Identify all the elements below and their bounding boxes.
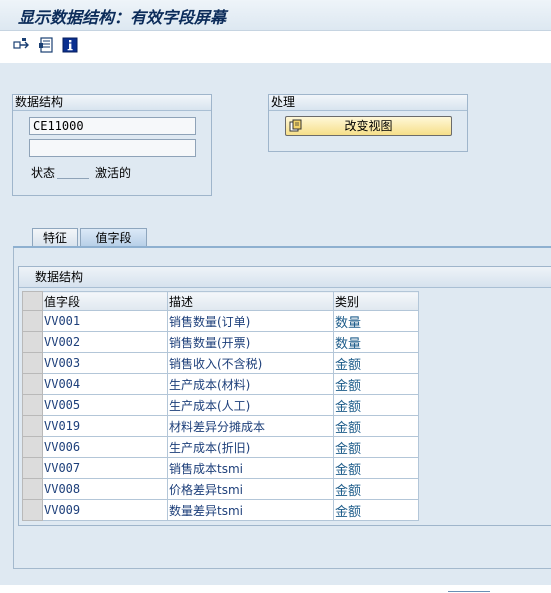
value-field-cell[interactable]: VV009 [42, 499, 168, 521]
row-selector[interactable] [22, 499, 43, 521]
table-row[interactable]: VV005 生产成本(人工) 金额 [22, 394, 419, 416]
main-content: 数据结构 CE11000 状态 激活的 处理 改变视图 特征 值字段 数据结构 [0, 63, 551, 585]
value-field-cell[interactable]: VV005 [42, 394, 168, 416]
category-cell: 数量 [333, 310, 419, 332]
row-selector[interactable] [22, 436, 43, 458]
table-container: 数据结构 值字段 描述 类别 VV001 销售数量(订单) 数量 VV002 销… [18, 266, 551, 526]
row-selector[interactable] [22, 394, 43, 416]
data-structure-group-header: 数据结构 [13, 95, 211, 111]
category-cell: 金额 [333, 499, 419, 521]
column-header-description[interactable]: 描述 [167, 291, 334, 311]
category-cell: 金额 [333, 415, 419, 437]
description-cell: 数量差异tsmi [167, 499, 334, 521]
table-row[interactable]: VV004 生产成本(材料) 金额 [22, 373, 419, 395]
table-row[interactable]: VV007 销售成本tsmi 金额 [22, 457, 419, 479]
title-bar: 显示数据结构：有效字段屏幕 [0, 0, 551, 31]
change-view-label: 改变视图 [344, 119, 393, 133]
description-cell: 销售收入(不含税) [167, 352, 334, 374]
description-cell: 价格差异tsmi [167, 478, 334, 500]
status-value: 激活的 [95, 166, 132, 180]
column-header-category[interactable]: 类别 [333, 291, 419, 311]
row-selector[interactable] [22, 457, 43, 479]
category-cell: 数量 [333, 331, 419, 353]
value-field-cell[interactable]: VV004 [42, 373, 168, 395]
select-all-cell[interactable] [22, 291, 43, 311]
tab-characteristics[interactable]: 特征 [32, 228, 78, 248]
table-row[interactable]: VV002 销售数量(开票) 数量 [22, 331, 419, 353]
data-structure-group: 数据结构 CE11000 状态 激活的 [12, 94, 212, 196]
description-cell: 生产成本(人工) [167, 394, 334, 416]
value-field-cell[interactable]: VV007 [42, 457, 168, 479]
status-label: 状态 [31, 166, 56, 180]
change-view-icon [289, 119, 303, 133]
tab-characteristics-label: 特征 [42, 231, 67, 245]
change-view-button[interactable]: 改变视图 [285, 116, 452, 136]
description-cell: 销售成本tsmi [167, 457, 334, 479]
table-row[interactable]: VV001 销售数量(订单) 数量 [22, 310, 419, 332]
value-field-cell[interactable]: VV019 [42, 415, 168, 437]
row-selector[interactable] [22, 478, 43, 500]
description-cell: 销售数量(订单) [167, 310, 334, 332]
table-row[interactable]: VV003 销售收入(不含税) 金额 [22, 352, 419, 374]
data-structure-description-field[interactable] [29, 139, 196, 157]
category-cell: 金额 [333, 478, 419, 500]
processing-group-header: 处理 [269, 95, 467, 111]
row-selector[interactable] [22, 310, 43, 332]
row-selector[interactable] [22, 415, 43, 437]
row-selector[interactable] [22, 373, 43, 395]
other-object-icon[interactable] [13, 37, 31, 53]
value-fields-table: 值字段 描述 类别 VV001 销售数量(订单) 数量 VV002 销售数量(开… [22, 291, 419, 521]
row-selector[interactable] [22, 352, 43, 374]
category-cell: 金额 [333, 394, 419, 416]
description-cell: 生产成本(折旧) [167, 436, 334, 458]
value-field-cell[interactable]: VV006 [42, 436, 168, 458]
value-field-cell[interactable]: VV001 [42, 310, 168, 332]
application-toolbar [0, 31, 551, 59]
tab-value-fields[interactable]: 值字段 [80, 228, 147, 248]
table-row[interactable]: VV009 数量差异tsmi 金额 [22, 499, 419, 521]
description-cell: 销售数量(开票) [167, 331, 334, 353]
description-cell: 生产成本(材料) [167, 373, 334, 395]
page-title: 显示数据结构：有效字段屏幕 [18, 8, 227, 27]
tab-value-fields-label: 值字段 [95, 231, 132, 245]
value-field-cell[interactable]: VV002 [42, 331, 168, 353]
table-row[interactable]: VV006 生产成本(折旧) 金额 [22, 436, 419, 458]
data-structure-name-field[interactable]: CE11000 [29, 117, 196, 135]
value-field-cell[interactable]: VV003 [42, 352, 168, 374]
category-cell: 金额 [333, 457, 419, 479]
table-title: 数据结构 [19, 267, 551, 288]
category-cell: 金额 [333, 436, 419, 458]
table-row[interactable]: VV019 材料差异分摊成本 金额 [22, 415, 419, 437]
value-field-cell[interactable]: VV008 [42, 478, 168, 500]
category-cell: 金额 [333, 373, 419, 395]
status-bar-mark [448, 591, 490, 592]
row-selector[interactable] [22, 331, 43, 353]
status-label-underline [57, 178, 89, 179]
processing-group: 处理 改变视图 [268, 94, 468, 152]
info-icon[interactable] [62, 37, 80, 53]
category-cell: 金额 [333, 352, 419, 374]
table-row[interactable]: VV008 价格差异tsmi 金额 [22, 478, 419, 500]
column-header-value-field[interactable]: 值字段 [42, 291, 168, 311]
display-document-icon[interactable] [38, 37, 56, 53]
description-cell: 材料差异分摊成本 [167, 415, 334, 437]
